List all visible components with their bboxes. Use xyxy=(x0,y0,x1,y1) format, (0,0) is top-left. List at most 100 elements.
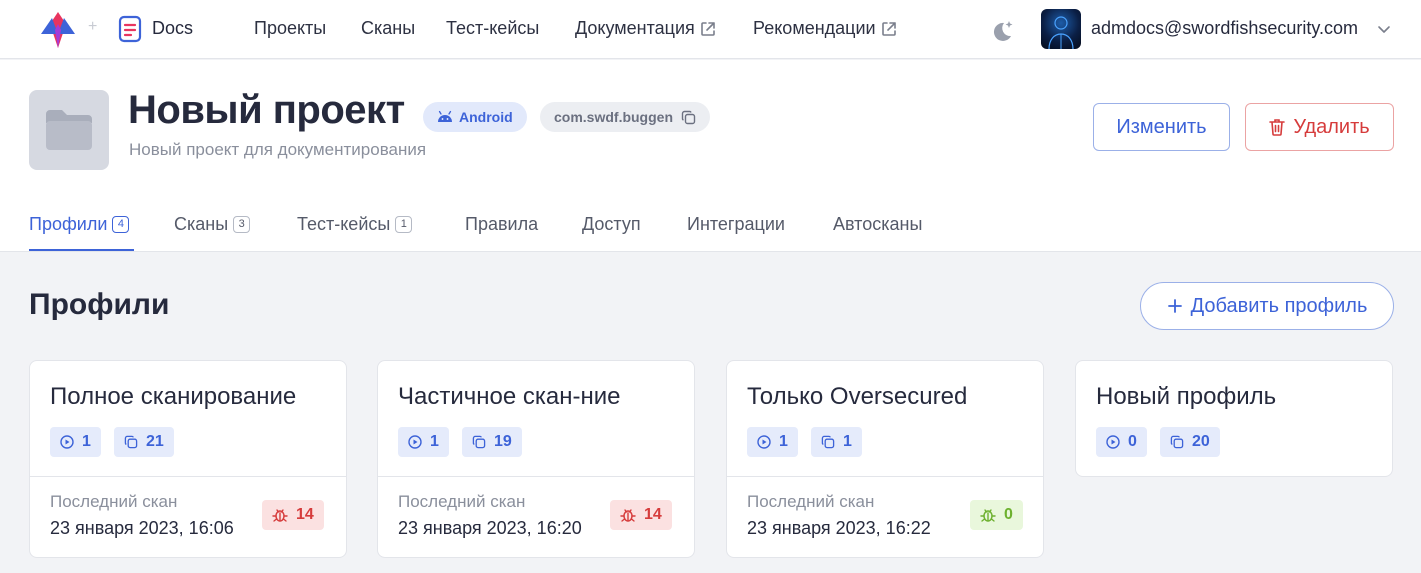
card-divider xyxy=(378,476,694,477)
platform-label: Android xyxy=(459,109,513,125)
runs-chip: 1 xyxy=(747,427,798,457)
profile-card[interactable]: Полное сканирование 1 21 Последний скан … xyxy=(29,360,347,558)
top-navbar: + Docs Проекты Сканы Тест-кейсы Документ… xyxy=(0,0,1421,59)
profile-card[interactable]: Только Oversecured 1 1 Последний скан 23… xyxy=(726,360,1044,558)
platform-badge: Android xyxy=(423,102,527,132)
external-link-icon xyxy=(881,21,896,36)
profile-title: Новый профиль xyxy=(1096,383,1277,410)
avatar-figure-icon xyxy=(1048,16,1074,49)
bug-icon xyxy=(620,509,636,522)
issues-count: 14 xyxy=(296,506,314,523)
tab-access-label: Доступ xyxy=(582,213,641,234)
tab-access[interactable]: Доступ xyxy=(582,212,641,236)
tab-scans[interactable]: Сканы 3 xyxy=(174,212,251,236)
rules-count: 20 xyxy=(1192,433,1210,450)
rules-chip: 1 xyxy=(811,427,862,457)
tab-integrations[interactable]: Интеграции xyxy=(687,212,785,236)
nav-recommendations[interactable]: Рекомендации xyxy=(753,18,898,39)
tab-rules-label: Правила xyxy=(465,213,539,234)
last-scan-label: Последний скан xyxy=(747,492,875,511)
issues-count: 0 xyxy=(1004,506,1013,523)
document-icon xyxy=(118,15,142,43)
last-scan-date: 23 января 2023, 16:06 xyxy=(50,518,234,538)
external-link-icon xyxy=(700,21,715,36)
tab-rules[interactable]: Правила xyxy=(465,212,538,236)
runs-count: 1 xyxy=(779,433,788,450)
last-scan-label: Последний скан xyxy=(50,492,178,511)
nav-documentation[interactable]: Документация xyxy=(575,18,717,39)
nav-recommendations-label: Рекомендации xyxy=(753,18,876,38)
nav-documentation-label: Документация xyxy=(575,18,695,38)
nav-scans-label: Сканы xyxy=(361,18,416,38)
copy-icon xyxy=(821,435,835,449)
runs-count: 1 xyxy=(82,433,91,450)
tab-profiles[interactable]: Профили 4 xyxy=(29,212,130,236)
folder-icon xyxy=(46,110,92,150)
brand-docs-label[interactable]: Docs xyxy=(152,18,193,39)
delete-project-button[interactable]: Удалить xyxy=(1245,103,1394,151)
add-profile-label: Добавить профиль xyxy=(1190,294,1368,317)
card-divider xyxy=(30,476,346,477)
last-scan-date: 23 января 2023, 16:20 xyxy=(398,518,582,538)
play-circle-icon xyxy=(757,435,771,449)
section-title: Профили xyxy=(29,288,170,321)
profile-card[interactable]: Частичное скан-ние 1 19 Последний скан 2… xyxy=(377,360,695,558)
active-tab-indicator xyxy=(29,249,134,251)
copy-icon xyxy=(124,435,138,449)
project-title: Новый проект xyxy=(128,88,405,132)
runs-chip: 1 xyxy=(50,427,101,457)
plus-icon xyxy=(1167,299,1182,313)
package-label: com.swdf.buggen xyxy=(554,109,673,125)
profile-title: Частичное скан-ние xyxy=(398,383,621,410)
tab-test-cases[interactable]: Тест-кейсы 1 xyxy=(297,212,413,236)
nav-test-cases[interactable]: Тест-кейсы xyxy=(446,18,539,39)
nav-projects-label: Проекты xyxy=(254,18,327,38)
copy-icon[interactable] xyxy=(681,110,696,125)
play-circle-icon xyxy=(1106,435,1120,449)
last-scan-date: 23 января 2023, 16:22 xyxy=(747,518,931,538)
rules-chip: 20 xyxy=(1160,427,1220,457)
user-email[interactable]: admdocs@swordfishsecurity.com xyxy=(1091,18,1358,39)
moon-stars-icon[interactable] xyxy=(990,18,1016,44)
runs-chip: 1 xyxy=(398,427,449,457)
rules-count: 1 xyxy=(843,433,852,450)
nav-scans[interactable]: Сканы xyxy=(361,18,415,39)
tab-autoscans-label: Автосканы xyxy=(833,213,923,234)
rules-count: 21 xyxy=(146,433,164,450)
add-profile-button[interactable]: Добавить профиль xyxy=(1140,282,1394,330)
trash-icon xyxy=(1269,119,1286,136)
android-icon xyxy=(438,110,452,122)
issues-badge[interactable]: 14 xyxy=(610,500,672,530)
issues-badge[interactable]: 14 xyxy=(262,500,324,530)
swordfish-logo-icon[interactable] xyxy=(38,10,78,50)
tab-scans-count: 3 xyxy=(233,215,251,233)
runs-chip: 0 xyxy=(1096,427,1147,457)
package-badge[interactable]: com.swdf.buggen xyxy=(540,102,710,132)
play-circle-icon xyxy=(60,435,74,449)
profile-title: Только Oversecured xyxy=(747,383,968,410)
profile-title: Полное сканирование xyxy=(50,383,297,410)
delete-label: Удалить xyxy=(1293,115,1370,138)
bug-icon xyxy=(980,509,996,522)
profile-card[interactable]: Новый профиль 0 20 xyxy=(1075,360,1393,477)
issues-count: 14 xyxy=(644,506,662,523)
rules-chip: 19 xyxy=(462,427,522,457)
issues-badge[interactable]: 0 xyxy=(970,500,1023,530)
copy-icon xyxy=(1170,435,1184,449)
runs-count: 0 xyxy=(1128,433,1137,450)
nav-test-cases-label: Тест-кейсы xyxy=(446,18,540,38)
tab-autoscans[interactable]: Автосканы xyxy=(833,212,922,236)
edit-project-button[interactable]: Изменить xyxy=(1093,103,1230,151)
rules-chip: 21 xyxy=(114,427,174,457)
card-divider xyxy=(727,476,1043,477)
user-avatar[interactable] xyxy=(1041,9,1081,49)
project-avatar xyxy=(29,90,109,170)
chevron-down-icon[interactable] xyxy=(1377,22,1391,36)
project-description: Новый проект для документирования xyxy=(129,140,427,159)
brand-separator: + xyxy=(88,18,98,35)
runs-count: 1 xyxy=(430,433,439,450)
tab-test-cases-count: 1 xyxy=(395,215,413,233)
project-header: Новый проект Android com.swdf.buggen Нов… xyxy=(0,60,1421,252)
nav-projects[interactable]: Проекты xyxy=(254,18,326,39)
tab-profiles-count: 4 xyxy=(112,215,130,233)
